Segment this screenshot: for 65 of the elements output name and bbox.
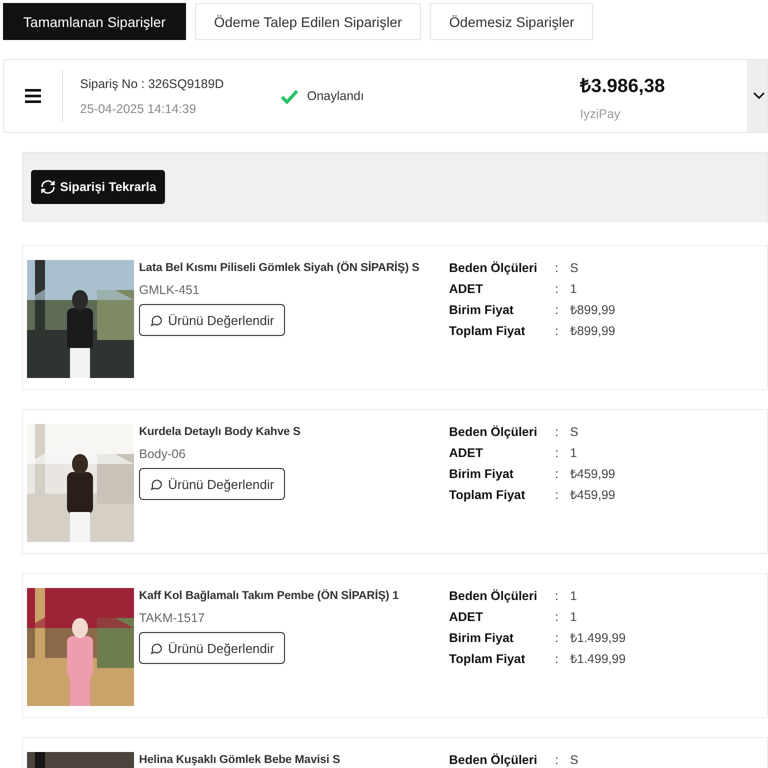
- detail-label: Toplam Fiyat: [449, 487, 526, 503]
- review-button[interactable]: Ürünü Değerlendir: [139, 468, 286, 500]
- detail-label: Birim Fiyat: [449, 302, 515, 318]
- order-tab[interactable]: Tamamlanan Siparişler: [3, 3, 186, 40]
- review-button[interactable]: Ürünü Değerlendir: [139, 304, 286, 336]
- order-number: Sipariş No : 326SQ9189D: [80, 76, 225, 90]
- detail-label: Beden Ölçüleri: [449, 424, 538, 440]
- order-tab[interactable]: Ödeme Talep Edilen Siparişler: [195, 3, 422, 40]
- comment-icon: [150, 478, 163, 490]
- detail-label: Beden Ölçüleri: [449, 752, 538, 768]
- check-icon: [280, 88, 299, 104]
- product-title: Kurdela Detaylı Body Kahve S: [139, 425, 300, 440]
- order-date: 25-04-2025 14:14:39: [80, 102, 198, 116]
- detail-label: Toplam Fiyat: [449, 323, 526, 339]
- detail-colon: :: [555, 466, 560, 482]
- menu-icon[interactable]: [25, 89, 41, 103]
- detail-value: 1: [570, 445, 578, 461]
- detail-colon: :: [555, 302, 560, 318]
- order-status: Onaylandı: [307, 89, 364, 103]
- detail-colon: :: [555, 281, 560, 297]
- detail-value: ₺899,99: [570, 323, 616, 339]
- detail-colon: :: [555, 323, 560, 339]
- detail-value: S: [570, 752, 578, 768]
- detail-colon: :: [555, 651, 560, 667]
- refresh-icon: [40, 179, 56, 195]
- review-button[interactable]: Ürünü Değerlendir: [139, 632, 286, 664]
- detail-colon: :: [555, 445, 560, 461]
- detail-value: ₺1.499,99: [570, 630, 626, 646]
- reorder-button[interactable]: Siparişi Tekrarla: [31, 170, 166, 204]
- detail-value: S: [570, 424, 580, 440]
- detail-colon: :: [555, 424, 560, 440]
- product-title: Lata Bel Kısmı Piliseli Gömlek Siyah (ÖN SİPARİŞ) S: [139, 260, 420, 276]
- detail-value: ₺899,99: [570, 302, 616, 318]
- detail-value: S: [570, 260, 580, 276]
- payment-method: IyziPay: [580, 106, 622, 120]
- detail-colon: :: [555, 588, 560, 604]
- product-code: GMLK-451: [139, 283, 200, 297]
- detail-colon: :: [555, 260, 560, 276]
- detail-label: ADET: [449, 609, 484, 625]
- comment-icon: [150, 314, 163, 326]
- detail-value: ₺459,99: [570, 466, 616, 482]
- product-title: Kaff Kol Bağlamalı Takım Pembe (ÖN SİPARİŞ) 1: [139, 588, 399, 604]
- chevron-icon: [753, 92, 765, 100]
- detail-label: ADET: [449, 281, 484, 297]
- detail-value: ₺1.499,99: [570, 651, 626, 667]
- order-tab[interactable]: Ödemesiz Siparişler: [430, 3, 594, 40]
- detail-colon: :: [555, 630, 560, 646]
- detail-colon: :: [555, 752, 560, 768]
- detail-value: 1: [570, 281, 578, 297]
- comment-icon: [150, 642, 163, 654]
- detail-value: ₺459,99: [570, 487, 616, 503]
- detail-colon: :: [555, 609, 560, 625]
- product-title: Helina Kuşaklı Gömlek Bebe Mavisi S: [139, 753, 340, 768]
- product-code: Body-06: [139, 447, 186, 461]
- detail-label: Toplam Fiyat: [449, 651, 526, 667]
- detail-label: Beden Ölçüleri: [449, 588, 538, 604]
- detail-label: Birim Fiyat: [449, 466, 515, 482]
- product-code: TAKM-1517: [139, 611, 205, 625]
- order-total: ₺3.986,38: [580, 74, 666, 98]
- detail-value: 1: [570, 609, 578, 625]
- detail-label: ADET: [449, 445, 484, 461]
- detail-label: Beden Ölçüleri: [449, 260, 538, 276]
- detail-label: Birim Fiyat: [449, 630, 515, 646]
- detail-colon: :: [555, 487, 560, 503]
- detail-value: 1: [570, 588, 578, 604]
